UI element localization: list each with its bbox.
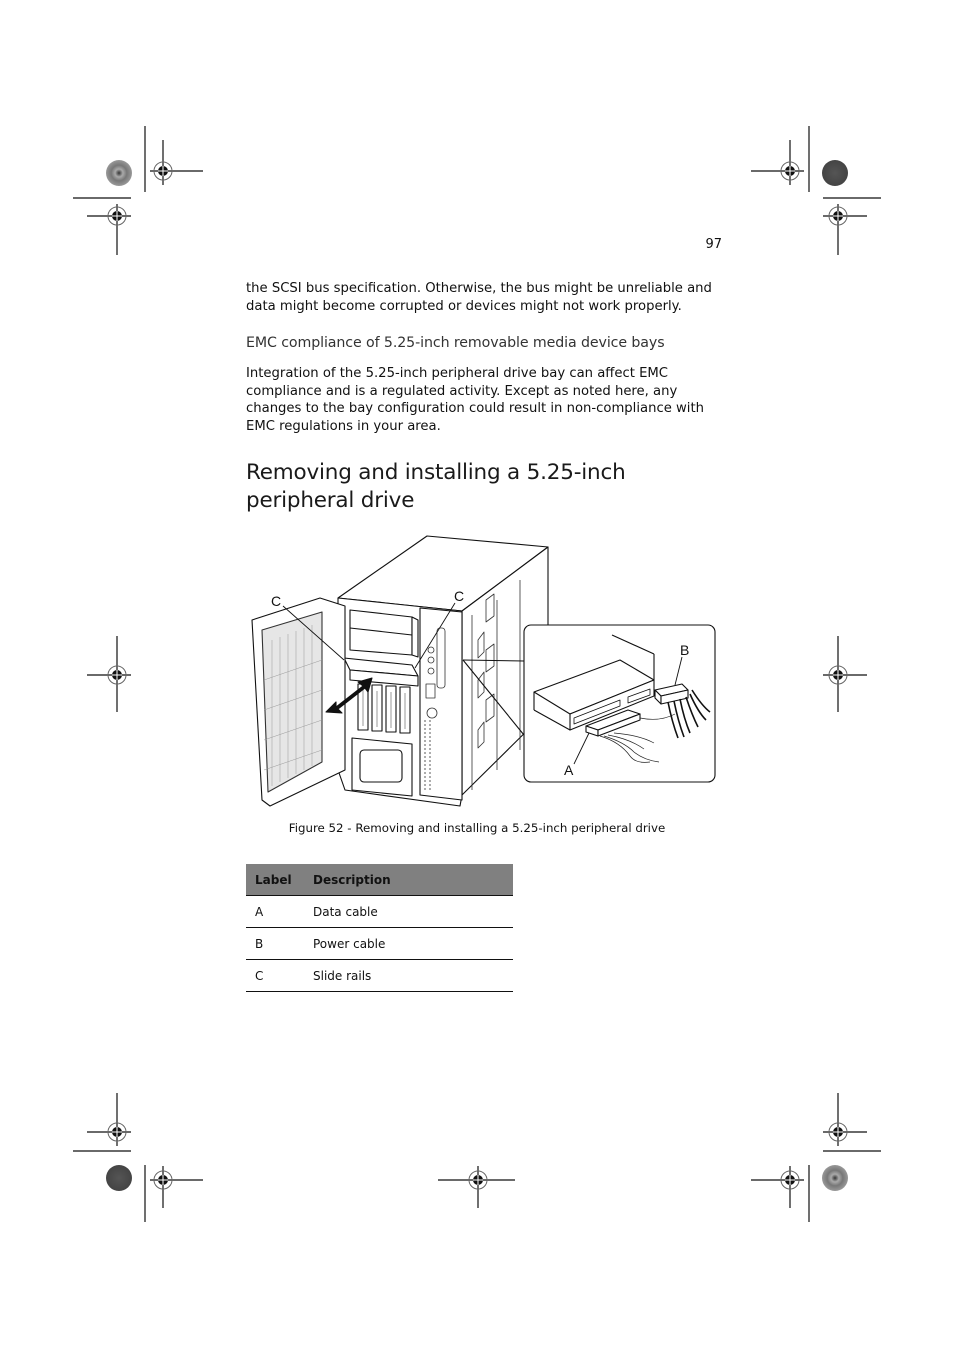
callout-label-c-right: C [454, 588, 464, 604]
section-title: Removing and installing a 5.25-inch peri… [246, 459, 626, 515]
label-description-table: Label Description A Data cable B Power c… [246, 864, 513, 992]
cell-label: A [246, 895, 304, 928]
cell-label: C [246, 959, 304, 992]
section-title-line-1: Removing and installing a 5.25-inch [246, 460, 626, 485]
body-paragraph-scsi: the SCSI bus specification. Otherwise, t… [246, 281, 712, 314]
callout-label-c-left: C [271, 593, 281, 609]
subheading-emc-compliance: EMC compliance of 5.25-inch removable me… [246, 335, 665, 351]
cell-description: Data cable [304, 895, 513, 928]
table-header-row: Label Description [246, 864, 513, 896]
callout-label-b: B [680, 642, 689, 658]
table-row: B Power cable [246, 927, 513, 960]
figure-caption: Figure 52 - Removing and installing a 5.… [288, 821, 666, 835]
cell-label: B [246, 927, 304, 960]
cell-description: Slide rails [304, 959, 513, 992]
section-title-line-2: peripheral drive [246, 488, 415, 513]
column-header-description: Description [304, 864, 513, 896]
column-header-label: Label [246, 864, 304, 896]
callout-label-a: A [564, 762, 574, 778]
figure-drive-installation: C C A B [240, 530, 720, 815]
server-tower-illustration: C C A B [251, 535, 716, 807]
table-row: A Data cable [246, 895, 513, 928]
cell-description: Power cable [304, 927, 513, 960]
page-number: 97 [705, 237, 722, 252]
table-row: C Slide rails [246, 959, 513, 992]
body-paragraph-emc: Integration of the 5.25-inch peripheral … [246, 366, 704, 434]
